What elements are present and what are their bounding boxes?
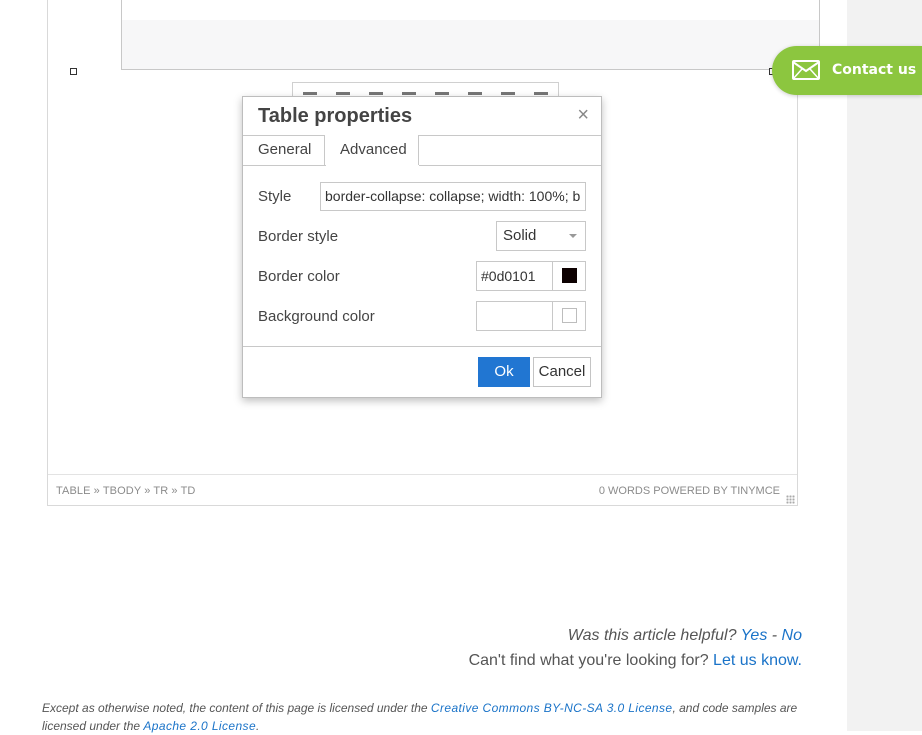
tab-advanced[interactable]: Advanced: [325, 135, 419, 166]
editor-table[interactable]: [121, 0, 820, 70]
cc-license-link[interactable]: Creative Commons BY-NC-SA 3.0 License: [431, 701, 673, 715]
style-input[interactable]: border-collapse: collapse; width: 100%; …: [320, 182, 586, 211]
editor-statusbar: TABLE » TBODY » TR » TD 0 WORDS POWERED …: [48, 474, 797, 506]
toolbar-button[interactable]: [501, 92, 515, 95]
dialog-tabs: General Advanced: [243, 135, 601, 166]
page-right-gutter: [847, 0, 922, 731]
license-notice: Except as otherwise noted, the content o…: [42, 699, 802, 735]
resize-handle-bottom-left[interactable]: [70, 68, 77, 75]
border-style-label: Border style: [258, 228, 339, 245]
feedback-question: Was this article helpful? Yes - No: [568, 627, 802, 645]
close-icon[interactable]: ×: [577, 105, 589, 125]
dialog-title: Table properties: [258, 105, 413, 127]
toolbar-button[interactable]: [468, 92, 482, 95]
contact-us-label: Contact us: [832, 62, 917, 78]
license-text-1: Except as otherwise noted, the content o…: [42, 701, 431, 715]
ok-button[interactable]: Ok: [478, 357, 530, 387]
toolbar-button[interactable]: [435, 92, 449, 95]
element-path[interactable]: TABLE » TBODY » TR » TD: [56, 485, 195, 497]
background-color-input[interactable]: [476, 301, 553, 331]
active-tab-gap: [326, 165, 419, 166]
border-color-picker-button[interactable]: [552, 261, 586, 291]
cant-find-text: Can't find what you're looking for?: [468, 652, 709, 669]
feedback-yes-link[interactable]: Yes: [741, 627, 768, 644]
cancel-button[interactable]: Cancel: [533, 357, 591, 387]
envelope-icon: [792, 60, 820, 80]
feedback-separator: -: [771, 627, 778, 644]
feedback-help: Can't find what you're looking for? Let …: [469, 652, 802, 670]
border-style-value: Solid: [503, 227, 537, 244]
word-count: 0 WORDS POWERED BY TINYMCE: [598, 485, 780, 497]
let-us-know-link[interactable]: Let us know.: [713, 652, 802, 669]
style-label: Style: [258, 188, 292, 205]
table-row[interactable]: [122, 20, 819, 69]
table-context-toolbar[interactable]: [292, 82, 559, 97]
toolbar-button[interactable]: [534, 92, 548, 95]
toolbar-button[interactable]: [303, 92, 317, 95]
border-color-label: Border color: [258, 268, 340, 285]
table-properties-dialog: Table properties × General Advanced Styl…: [242, 96, 602, 398]
contact-us-button[interactable]: Contact us: [772, 46, 922, 95]
background-color-label: Background color: [258, 308, 375, 325]
background-color-picker-button[interactable]: [552, 301, 586, 331]
border-color-input[interactable]: #0d0101: [476, 261, 553, 291]
editor-resize-grip[interactable]: [786, 495, 795, 504]
toolbar-button[interactable]: [369, 92, 383, 95]
table-row[interactable]: [122, 0, 819, 20]
toolbar-button[interactable]: [402, 92, 416, 95]
background-color-swatch: [562, 308, 577, 323]
toolbar-button[interactable]: [336, 92, 350, 95]
border-style-select[interactable]: Solid: [496, 221, 586, 251]
border-color-swatch: [562, 268, 577, 283]
feedback-question-text: Was this article helpful?: [567, 627, 737, 644]
divider: [243, 165, 601, 166]
chevron-down-icon: [569, 234, 577, 238]
divider: [243, 346, 601, 347]
feedback-no-link[interactable]: No: [782, 627, 802, 644]
tab-general[interactable]: General: [243, 135, 325, 165]
